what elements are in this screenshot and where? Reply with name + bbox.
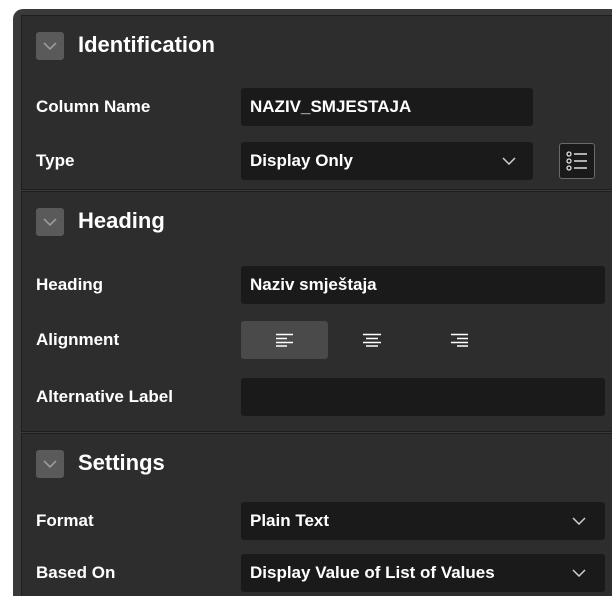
chevron-down-icon	[43, 459, 57, 468]
identification-section: Identification Column Name NAZIV_SMJESTA…	[21, 15, 612, 190]
align-center-icon	[362, 333, 381, 347]
heading-header: Heading	[22, 192, 612, 252]
chevron-down-icon	[43, 217, 57, 226]
chevron-down-icon	[569, 554, 589, 592]
heading-section: Heading Heading Naziv smještaja Alignmen…	[21, 191, 612, 432]
settings-section: Settings Format Plain Text Based On Disp…	[21, 433, 612, 596]
list-icon	[566, 151, 587, 171]
based-on-row: Based On Display Value of List of Values	[22, 550, 612, 596]
section-title: Heading	[78, 208, 165, 233]
chevron-down-icon	[43, 41, 57, 50]
heading-collapse-button[interactable]	[36, 208, 64, 236]
heading-input[interactable]: Naziv smještaja	[241, 266, 605, 304]
type-select[interactable]: Display Only	[241, 142, 533, 180]
based-on-select[interactable]: Display Value of List of Values	[241, 554, 605, 592]
type-label: Type	[36, 151, 75, 170]
type-row: Type Display Only	[22, 138, 612, 184]
chevron-down-icon	[499, 142, 519, 180]
format-value: Plain Text	[250, 511, 330, 530]
heading-row: Heading Naziv smještaja	[22, 262, 612, 308]
column-name-field[interactable]: NAZIV_SMJESTAJA	[241, 88, 533, 126]
settings-collapse-button[interactable]	[36, 450, 64, 478]
heading-label: Heading	[36, 275, 104, 294]
alignment-row: Alignment	[22, 317, 612, 363]
format-select[interactable]: Plain Text	[241, 502, 605, 540]
format-row: Format Plain Text	[22, 498, 612, 544]
based-on-label: Based On	[36, 563, 116, 582]
section-title: Settings	[78, 450, 165, 475]
column-name-row: Column Name NAZIV_SMJESTAJA	[22, 84, 612, 130]
align-left-icon	[275, 333, 293, 347]
alternative-label-row: Alternative Label	[22, 374, 612, 420]
identification-header: Identification	[22, 16, 612, 76]
alternative-label-input[interactable]	[241, 378, 605, 416]
column-name-label: Column Name	[36, 97, 151, 116]
property-panel: Identification Column Name NAZIV_SMJESTA…	[13, 9, 612, 596]
alternative-label-label: Alternative Label	[36, 387, 173, 406]
format-label: Format	[36, 511, 94, 530]
based-on-value: Display Value of List of Values	[250, 563, 495, 582]
section-title: Identification	[78, 32, 215, 57]
align-center-button[interactable]	[328, 321, 415, 359]
identification-collapse-button[interactable]	[36, 32, 64, 60]
alignment-radio-group	[241, 321, 502, 359]
align-left-button[interactable]	[241, 321, 328, 359]
chevron-down-icon	[569, 502, 589, 540]
settings-header: Settings	[22, 434, 612, 494]
alignment-label: Alignment	[36, 330, 120, 349]
align-right-icon	[450, 333, 468, 347]
list-of-values-button[interactable]	[559, 143, 595, 179]
align-right-button[interactable]	[415, 321, 502, 359]
type-value: Display Only	[250, 151, 353, 170]
